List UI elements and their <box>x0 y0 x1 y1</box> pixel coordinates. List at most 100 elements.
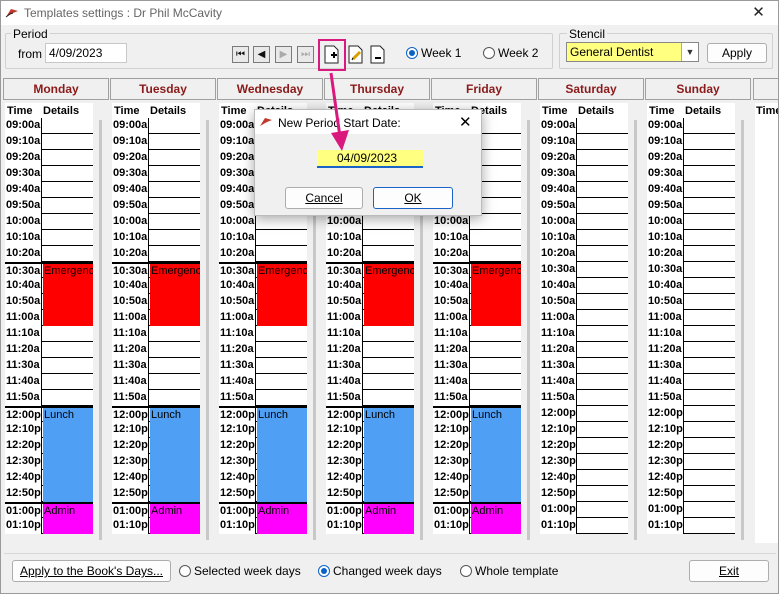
slot-details[interactable] <box>685 470 735 486</box>
slot-details[interactable] <box>257 358 307 374</box>
slot-details[interactable] <box>685 182 735 198</box>
slot-details[interactable] <box>685 406 735 422</box>
day-header[interactable]: Thursday <box>324 78 430 100</box>
close-icon[interactable]: ✕ <box>739 1 778 25</box>
time-slot-row[interactable]: 10:00a <box>5 214 93 230</box>
slot-details[interactable] <box>43 518 93 534</box>
slot-details[interactable] <box>578 214 628 230</box>
time-slot-row[interactable]: 09:30a <box>5 166 93 182</box>
slot-details[interactable] <box>257 374 307 390</box>
time-slot-row[interactable]: 12:40p <box>219 470 307 486</box>
time-slot-row[interactable]: 12:50p <box>326 486 414 502</box>
slot-details[interactable] <box>257 390 307 406</box>
slot-details[interactable] <box>685 294 735 310</box>
slot-details[interactable] <box>471 438 521 454</box>
time-slot-row[interactable]: 12:00p Lunch <box>112 406 200 424</box>
chevron-down-icon[interactable]: ▼ <box>681 43 698 61</box>
slot-details[interactable] <box>364 374 414 390</box>
slot-details[interactable] <box>364 422 414 438</box>
time-slot-row[interactable]: 01:00p Admin <box>5 502 93 520</box>
slot-details[interactable] <box>364 358 414 374</box>
slot-details[interactable] <box>578 438 628 454</box>
time-slot-row[interactable]: 09:10a <box>540 134 628 150</box>
slot-details[interactable] <box>150 134 200 150</box>
time-slot-row[interactable]: 12:50p <box>112 486 200 502</box>
start-date-input[interactable]: 04/09/2023 <box>317 150 423 168</box>
time-slot-row[interactable]: 09:40a <box>540 182 628 198</box>
slot-details[interactable] <box>685 374 735 390</box>
slot-details[interactable] <box>364 390 414 406</box>
slot-details[interactable] <box>578 262 628 278</box>
time-slot-row[interactable]: 12:40p <box>647 470 735 486</box>
time-slot-row[interactable]: 12:20p <box>540 438 628 454</box>
slot-details[interactable] <box>471 470 521 486</box>
time-slot-row[interactable]: 11:20a <box>219 342 307 358</box>
time-slot-row[interactable]: 10:20a <box>112 246 200 262</box>
time-slot-row[interactable]: 12:10p <box>540 422 628 438</box>
slot-details[interactable] <box>364 438 414 454</box>
time-slot-row[interactable]: 10:00a <box>540 214 628 230</box>
column-scrollbar[interactable] <box>634 120 637 540</box>
time-slot-row[interactable]: 11:10a <box>540 326 628 342</box>
time-slot-row[interactable]: 01:00p <box>647 502 735 518</box>
time-slot-row[interactable]: 09:00a <box>112 118 200 134</box>
slot-details[interactable] <box>578 246 628 262</box>
time-slot-row[interactable]: 10:10a <box>326 230 414 246</box>
time-slot-row[interactable]: 09:50a <box>5 198 93 214</box>
column-scrollbar[interactable] <box>206 120 209 540</box>
time-slot-row[interactable]: 10:20a <box>5 246 93 262</box>
column-scrollbar[interactable] <box>527 120 530 540</box>
time-slot-row[interactable]: 11:00a <box>219 310 307 326</box>
time-slot-row[interactable]: 11:50a <box>5 390 93 406</box>
slot-details[interactable] <box>578 230 628 246</box>
slot-details[interactable] <box>578 422 628 438</box>
slot-details[interactable] <box>43 374 93 390</box>
time-slot-row[interactable]: 11:50a <box>647 390 735 406</box>
delete-document-icon[interactable] <box>369 45 386 64</box>
time-slot-row[interactable]: 09:50a <box>112 198 200 214</box>
time-slot-row[interactable]: 12:00p Lunch <box>433 406 521 424</box>
dialog-ok-button[interactable]: OK <box>373 187 453 209</box>
slot-details[interactable] <box>364 246 414 262</box>
changed-week-days-radio[interactable]: Changed week days <box>318 564 442 578</box>
slot-details[interactable] <box>685 422 735 438</box>
time-slot-row[interactable]: 12:50p <box>647 486 735 502</box>
slot-details[interactable] <box>685 230 735 246</box>
week2-radio[interactable]: Week 2 <box>483 46 538 60</box>
time-slot-row[interactable]: 01:00p <box>540 502 628 518</box>
slot-details[interactable] <box>578 310 628 326</box>
time-slot-row[interactable]: 12:00p Lunch <box>326 406 414 424</box>
time-slot-row[interactable]: 09:50a <box>647 198 735 214</box>
time-slot-row[interactable]: 10:10a <box>5 230 93 246</box>
slot-details[interactable] <box>578 486 628 502</box>
time-slot-row[interactable]: 11:30a <box>326 358 414 374</box>
time-slot-row[interactable]: 11:20a <box>112 342 200 358</box>
slot-details[interactable] <box>150 166 200 182</box>
slot-details[interactable] <box>43 422 93 438</box>
day-header[interactable]: Friday <box>431 78 537 100</box>
slot-details[interactable] <box>578 342 628 358</box>
slot-details[interactable] <box>150 294 200 310</box>
time-slot-row[interactable]: 10:50a <box>540 294 628 310</box>
time-slot-row[interactable]: 10:40a <box>5 278 93 294</box>
time-slot-row[interactable]: 11:30a <box>219 358 307 374</box>
time-slot-row[interactable]: 11:20a <box>5 342 93 358</box>
time-slot-row[interactable]: 01:00p Admin <box>219 502 307 520</box>
time-slot-row[interactable]: 12:30p <box>540 454 628 470</box>
time-slot-row[interactable]: 11:50a <box>219 390 307 406</box>
period-from-field[interactable]: 4/09/2023 <box>45 43 127 63</box>
time-slot-row[interactable]: 11:00a <box>326 310 414 326</box>
slot-details[interactable] <box>685 166 735 182</box>
time-slot-row[interactable]: 12:00p Lunch <box>219 406 307 424</box>
time-slot-row[interactable]: 09:30a <box>647 166 735 182</box>
slot-details[interactable] <box>685 390 735 406</box>
time-slot-row[interactable]: 09:30a <box>112 166 200 182</box>
stencil-select[interactable]: General Dentist <box>566 42 699 62</box>
slot-details[interactable] <box>257 214 307 230</box>
time-slot-row[interactable]: 11:00a <box>5 310 93 326</box>
time-slot-row[interactable]: 12:20p <box>326 438 414 454</box>
slot-details[interactable] <box>364 294 414 310</box>
time-slot-row[interactable]: 11:00a <box>647 310 735 326</box>
time-slot-row[interactable]: 09:20a <box>5 150 93 166</box>
time-slot-row[interactable]: 11:40a <box>433 374 521 390</box>
